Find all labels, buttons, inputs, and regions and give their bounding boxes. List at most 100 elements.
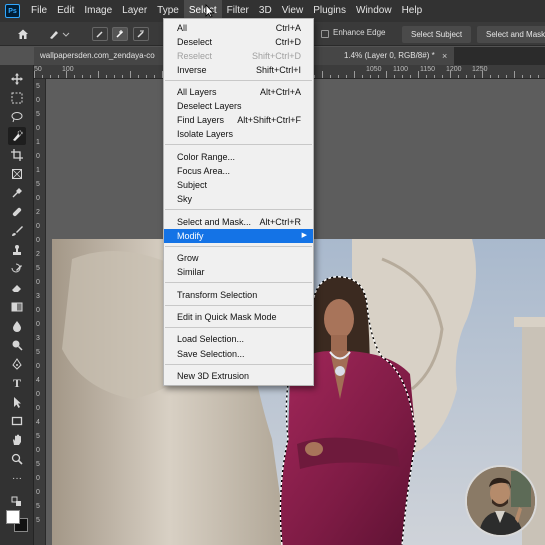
- ruler-tick: [82, 75, 83, 78]
- menu-separator: [165, 305, 312, 306]
- home-icon[interactable]: [14, 26, 32, 42]
- select-subject-button[interactable]: Select Subject: [402, 26, 472, 43]
- menu-item-sky[interactable]: Sky: [164, 192, 313, 206]
- mouse-cursor-icon: [205, 4, 215, 18]
- gradient-icon[interactable]: [8, 298, 26, 316]
- menu-item-deselect-layers[interactable]: Deselect Layers: [164, 99, 313, 113]
- menu-item-all-layers[interactable]: All Layers Alt+Ctrl+A: [164, 85, 313, 99]
- foreground-color-swatch[interactable]: [6, 510, 20, 524]
- ruler-tick: [442, 75, 443, 78]
- menu-item-label: Color Range...: [177, 152, 236, 162]
- menu-separator: [165, 246, 312, 247]
- menu-item-grow[interactable]: Grow: [164, 251, 313, 265]
- ruler-tick: [106, 75, 107, 78]
- ruler-label: 1: [36, 139, 40, 146]
- tool-preset-picker[interactable]: [46, 26, 72, 42]
- menu-item-load-selection[interactable]: Load Selection...: [164, 332, 313, 346]
- ruler-tick: [410, 75, 411, 78]
- more-tools-icon[interactable]: ···: [8, 469, 26, 487]
- menu-item-inverse[interactable]: Inverse Shift+Ctrl+I: [164, 63, 313, 77]
- brush-icon[interactable]: [8, 222, 26, 240]
- menu-layer[interactable]: Layer: [117, 0, 152, 22]
- ruler-label: 2: [36, 251, 40, 258]
- menu-item-find-layers[interactable]: Find Layers Alt+Shift+Ctrl+F: [164, 113, 313, 127]
- ruler-tick: [386, 71, 387, 78]
- document-tab-info: 1.4% (Layer 0, RGB/8#) *: [344, 51, 435, 60]
- ruler-label: 4: [36, 377, 40, 384]
- select-and-mask-button[interactable]: Select and Mask...: [477, 26, 545, 43]
- menu-item-subject[interactable]: Subject: [164, 178, 313, 192]
- rectangle-icon[interactable]: [8, 412, 26, 430]
- path-selection-icon[interactable]: [8, 393, 26, 411]
- menu-item-similar[interactable]: Similar: [164, 265, 313, 279]
- ruler-label: 0: [36, 391, 40, 398]
- close-tab-icon[interactable]: ×: [442, 47, 447, 65]
- menu-window[interactable]: Window: [351, 0, 397, 22]
- menu-item-reselect[interactable]: Reselect Shift+Ctrl+D: [164, 49, 313, 63]
- menu-item-color-range[interactable]: Color Range...: [164, 150, 313, 164]
- menu-separator: [165, 327, 312, 328]
- frame-icon[interactable]: [8, 165, 26, 183]
- menu-image[interactable]: Image: [79, 0, 117, 22]
- ruler-tick: [426, 75, 427, 78]
- ruler-tick: [522, 75, 523, 78]
- menu-item-label: Grow: [177, 253, 199, 263]
- ruler-tick: [402, 75, 403, 78]
- photoshop-logo-icon: Ps: [5, 4, 20, 18]
- eyedropper-icon[interactable]: [8, 184, 26, 202]
- type-icon[interactable]: T: [8, 374, 26, 392]
- menu-item-focus-area[interactable]: Focus Area...: [164, 164, 313, 178]
- eraser-icon[interactable]: [8, 279, 26, 297]
- menu-item-shortcut: Shift+Ctrl+I: [255, 65, 301, 75]
- add-to-selection-icon[interactable]: [112, 27, 128, 41]
- menu-item-label: Subject: [177, 180, 208, 190]
- menu-item-new-3d-extrusion[interactable]: New 3D Extrusion: [164, 369, 313, 383]
- menu-item-label: All: [177, 23, 188, 33]
- ruler-tick: [58, 75, 59, 78]
- swap-colors-icon[interactable]: [8, 493, 26, 511]
- history-brush-icon[interactable]: [8, 260, 26, 278]
- new-selection-icon[interactable]: [92, 27, 108, 41]
- photoshop-window: Ps File Edit Image Layer Type Select Fil…: [0, 0, 545, 545]
- dodge-icon[interactable]: [8, 336, 26, 354]
- ruler-label: 0: [36, 279, 40, 286]
- zoom-icon[interactable]: [8, 450, 26, 468]
- menu-item-select-and-mask[interactable]: Select and Mask... Alt+Ctrl+R: [164, 215, 313, 229]
- ruler-label: 3: [36, 335, 40, 342]
- subtract-from-selection-icon[interactable]: [133, 27, 149, 41]
- menu-file[interactable]: File: [26, 0, 52, 22]
- clone-stamp-icon[interactable]: [8, 241, 26, 259]
- ruler-tick: [530, 75, 531, 78]
- ruler-tick: [322, 71, 323, 78]
- menu-help[interactable]: Help: [397, 0, 428, 22]
- quick-selection-icon[interactable]: [8, 127, 26, 145]
- healing-brush-icon[interactable]: [8, 203, 26, 221]
- ruler-label: 1: [36, 167, 40, 174]
- submenu-arrow-icon: ▶: [301, 232, 307, 239]
- ruler-tick: [514, 71, 515, 78]
- menu-item-isolate-layers[interactable]: Isolate Layers: [164, 127, 313, 141]
- menu-edit[interactable]: Edit: [52, 0, 79, 22]
- hand-icon[interactable]: [8, 431, 26, 449]
- ruler-tick: [338, 75, 339, 78]
- select-menu-dropdown: All Ctrl+A Deselect Ctrl+D Reselect Shift+C…: [163, 18, 314, 386]
- enhance-edge-checkbox[interactable]: [321, 30, 329, 38]
- menu-item-deselect[interactable]: Deselect Ctrl+D: [164, 35, 313, 49]
- blur-icon[interactable]: [8, 317, 26, 335]
- menu-item-shortcut: Shift+Ctrl+D: [251, 51, 301, 61]
- menu-item-transform-selection[interactable]: Transform Selection: [164, 288, 313, 302]
- lasso-icon[interactable]: [8, 108, 26, 126]
- marquee-icon[interactable]: [8, 89, 26, 107]
- menu-plugins[interactable]: Plugins: [308, 0, 351, 22]
- ruler-tick: [42, 75, 43, 78]
- crop-icon[interactable]: [8, 146, 26, 164]
- menu-item-modify[interactable]: Modify ▶: [164, 229, 313, 243]
- menu-item-shortcut: Alt+Ctrl+R: [259, 217, 301, 227]
- pen-icon[interactable]: [8, 355, 26, 373]
- ruler-tick: [378, 75, 379, 78]
- menu-item-save-selection[interactable]: Save Selection...: [164, 347, 313, 361]
- menu-item-all[interactable]: All Ctrl+A: [164, 21, 313, 35]
- move-icon[interactable]: [8, 70, 26, 88]
- ruler-label: 0: [36, 125, 40, 132]
- menu-item-quick-mask[interactable]: Edit in Quick Mask Mode: [164, 310, 313, 324]
